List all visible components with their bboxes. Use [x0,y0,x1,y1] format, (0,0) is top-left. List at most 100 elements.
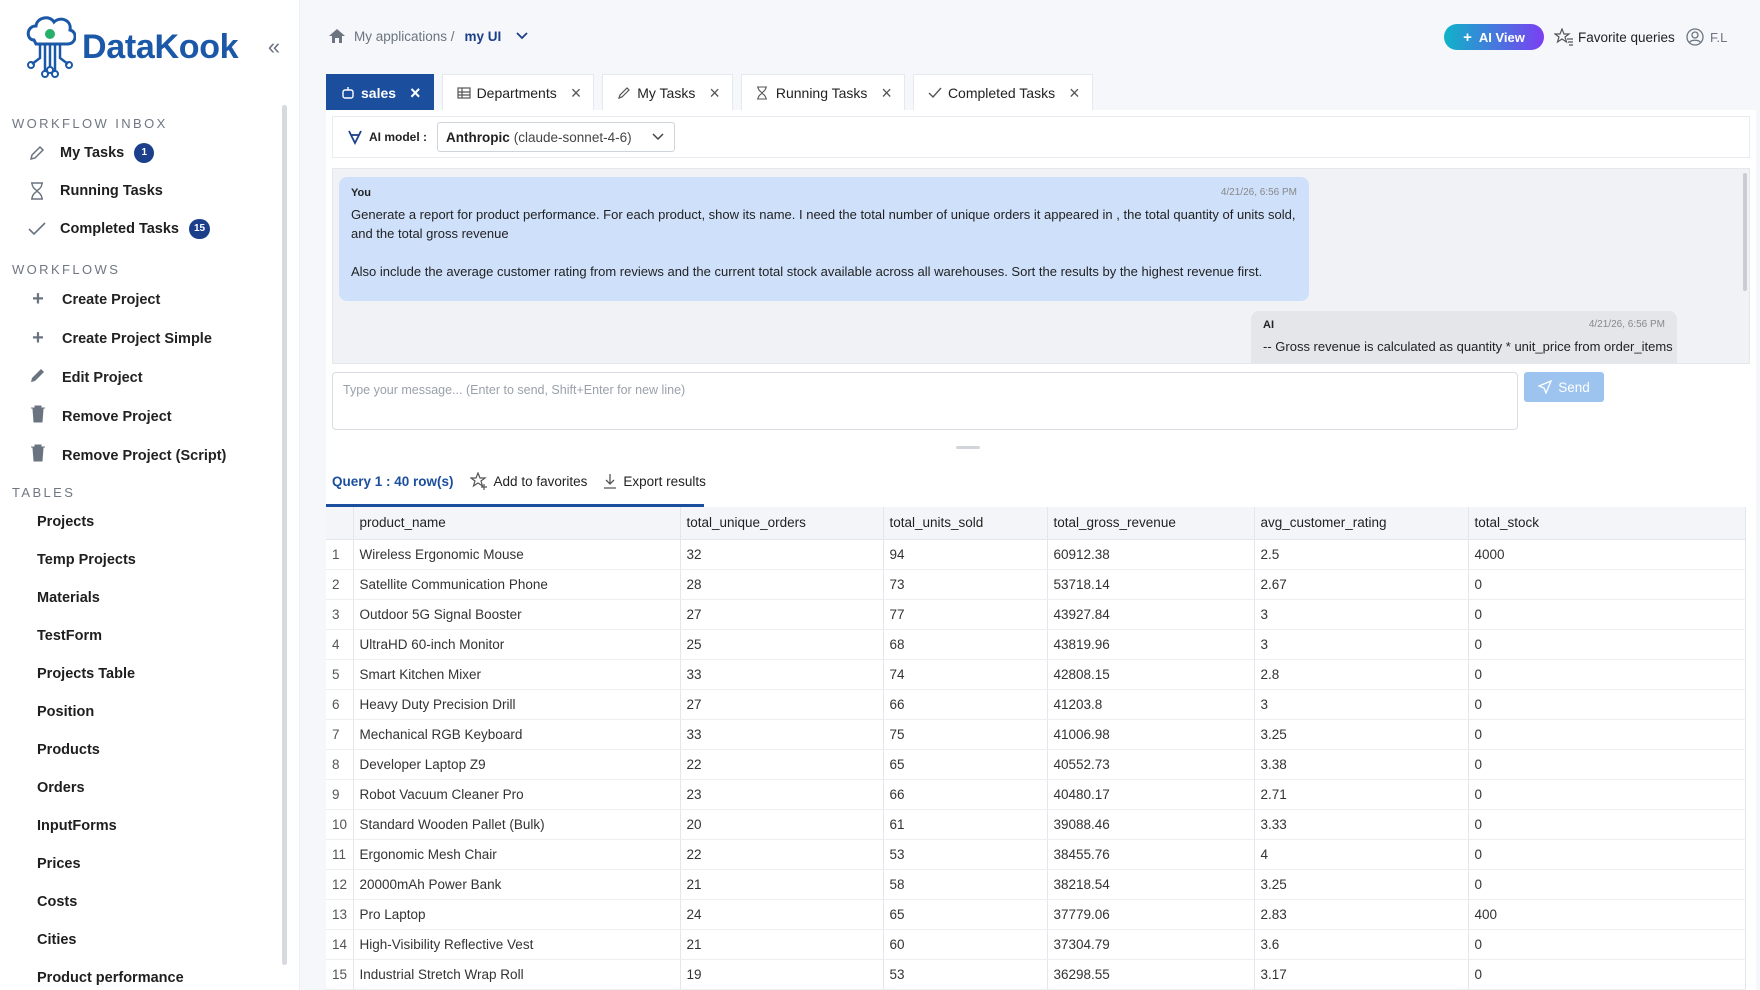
table-row[interactable]: 4 UltraHD 60-inch Monitor 25 68 43819.96 3 0 [326,629,1746,660]
table-cell[interactable]: 3.25 [1254,719,1469,750]
column-header[interactable]: total_stock [1468,507,1746,540]
table-cell[interactable]: 66 [883,779,1048,810]
column-header[interactable]: total_unique_orders [680,507,884,540]
table-cell[interactable]: 27 [680,599,884,630]
message-input[interactable]: Type your message... (Enter to send, Shi… [332,372,1518,430]
table-cell[interactable]: Wireless Ergonomic Mouse [353,539,681,570]
table-cell[interactable]: 25 [680,629,884,660]
table-row[interactable]: 9 Robot Vacuum Cleaner Pro 23 66 40480.17 2.7… [326,779,1746,810]
table-cell[interactable]: 38218.54 [1047,869,1255,900]
table-cell[interactable]: 23 [680,779,884,810]
table-cell[interactable]: 28 [680,569,884,600]
table-cell[interactable]: 0 [1468,959,1746,990]
table-item-orders[interactable]: Orders [0,769,300,807]
table-cell[interactable]: 0 [1468,659,1746,690]
table-cell[interactable]: Heavy Duty Precision Drill [353,689,681,720]
table-cell[interactable]: 0 [1468,839,1746,870]
table-cell[interactable]: 53 [883,839,1048,870]
table-cell[interactable]: 0 [1468,929,1746,960]
table-cell[interactable]: Developer Laptop Z9 [353,749,681,780]
collapse-sidebar-icon[interactable]: « [262,36,286,60]
table-cell[interactable]: 0 [1468,689,1746,720]
table-row[interactable]: 1 Wireless Ergonomic Mouse 32 94 60912.38 2.5… [326,539,1746,570]
tab-sales[interactable]: sales × [326,74,434,110]
sidebar-item-completed-tasks[interactable]: Completed Tasks 15 [0,210,300,248]
table-cell[interactable]: Pro Laptop [353,899,681,930]
column-header[interactable]: product_name [353,507,681,540]
chat-scrollbar[interactable] [1743,173,1747,291]
table-row[interactable]: 8 Developer Laptop Z9 22 65 40552.73 3.38 0 [326,749,1746,780]
column-header[interactable]: total_units_sold [883,507,1048,540]
table-cell[interactable]: 39088.46 [1047,809,1255,840]
table-cell[interactable]: 2.67 [1254,569,1469,600]
table-cell[interactable]: 0 [1468,569,1746,600]
column-header[interactable]: total_gross_revenue [1047,507,1255,540]
table-cell[interactable]: 3.6 [1254,929,1469,960]
table-cell[interactable]: 61 [883,809,1048,840]
table-cell[interactable]: 27 [680,689,884,720]
table-cell[interactable]: 43819.96 [1047,629,1255,660]
table-cell[interactable]: 74 [883,659,1048,690]
table-cell[interactable]: Satellite Communication Phone [353,569,681,600]
table-item-temp-projects[interactable]: Temp Projects [0,541,300,579]
table-cell[interactable]: 0 [1468,779,1746,810]
table-cell[interactable]: 0 [1468,809,1746,840]
table-cell[interactable]: High-Visibility Reflective Vest [353,929,681,960]
table-cell[interactable]: 20 [680,809,884,840]
table-cell[interactable]: 3.38 [1254,749,1469,780]
workflow-create-project[interactable]: + Create Project [0,280,300,319]
table-cell[interactable]: 53 [883,959,1048,990]
user-menu[interactable]: F.L [1686,28,1727,46]
close-icon[interactable]: × [881,84,892,102]
table-item-inputforms[interactable]: InputForms [0,807,300,845]
send-button[interactable]: Send [1524,372,1604,402]
table-cell[interactable]: 3 [1254,689,1469,720]
table-cell[interactable]: Robot Vacuum Cleaner Pro [353,779,681,810]
sidebar-scrollbar[interactable] [282,105,287,965]
workflow-create-project-simple[interactable]: + Create Project Simple [0,319,300,358]
table-cell[interactable]: 41006.98 [1047,719,1255,750]
table-cell[interactable]: 2.83 [1254,899,1469,930]
table-cell[interactable]: 77 [883,599,1048,630]
table-item-products[interactable]: Products [0,731,300,769]
table-row[interactable]: 6 Heavy Duty Precision Drill 27 66 41203.8 3 0 [326,689,1746,720]
table-cell[interactable]: 400 [1468,899,1746,930]
tab-my-tasks[interactable]: My Tasks × [602,74,733,110]
table-cell[interactable]: 3 [1254,599,1469,630]
table-row[interactable]: 7 Mechanical RGB Keyboard 33 75 41006.98 3.25… [326,719,1746,750]
table-cell[interactable]: 42808.15 [1047,659,1255,690]
table-cell[interactable]: 33 [680,659,884,690]
favorite-queries-button[interactable]: Favorite queries [1554,28,1675,46]
table-cell[interactable]: 4 [1254,839,1469,870]
add-to-favorites-button[interactable]: Add to favorites [469,472,587,490]
table-cell[interactable]: 40552.73 [1047,749,1255,780]
breadcrumb-root[interactable]: My applications / [354,29,455,44]
table-cell[interactable]: 22 [680,749,884,780]
table-cell[interactable]: 40480.17 [1047,779,1255,810]
workflow-remove-project[interactable]: Remove Project [0,397,300,436]
table-row[interactable]: 14 High-Visibility Reflective Vest 21 60 373… [326,929,1746,960]
ai-view-button[interactable]: + AI View [1444,24,1544,50]
table-row[interactable]: 2 Satellite Communication Phone 28 73 53718.… [326,569,1746,600]
table-item-materials[interactable]: Materials [0,579,300,617]
table-cell[interactable]: 66 [883,689,1048,720]
table-cell[interactable]: 19 [680,959,884,990]
table-cell[interactable]: 4000 [1468,539,1746,570]
table-cell[interactable]: 20000mAh Power Bank [353,869,681,900]
table-cell[interactable]: 0 [1468,599,1746,630]
table-cell[interactable]: 94 [883,539,1048,570]
table-cell[interactable]: 0 [1468,719,1746,750]
table-item-product-performance[interactable]: Product performance [0,959,300,988]
sidebar-item-my-tasks[interactable]: My Tasks 1 [0,134,300,172]
table-item-position[interactable]: Position [0,693,300,731]
close-icon[interactable]: × [1069,84,1080,102]
table-row[interactable]: 3 Outdoor 5G Signal Booster 27 77 43927.84 3 0 [326,599,1746,630]
table-cell[interactable]: 0 [1468,629,1746,660]
table-cell[interactable]: 21 [680,929,884,960]
table-cell[interactable]: 73 [883,569,1048,600]
workflow-remove-project-script[interactable]: Remove Project (Script) [0,436,300,475]
table-cell[interactable]: 3 [1254,629,1469,660]
table-item-projects-table[interactable]: Projects Table [0,655,300,693]
table-item-projects[interactable]: Projects [0,503,300,541]
table-row[interactable]: 5 Smart Kitchen Mixer 33 74 42808.15 2.8 0 [326,659,1746,690]
